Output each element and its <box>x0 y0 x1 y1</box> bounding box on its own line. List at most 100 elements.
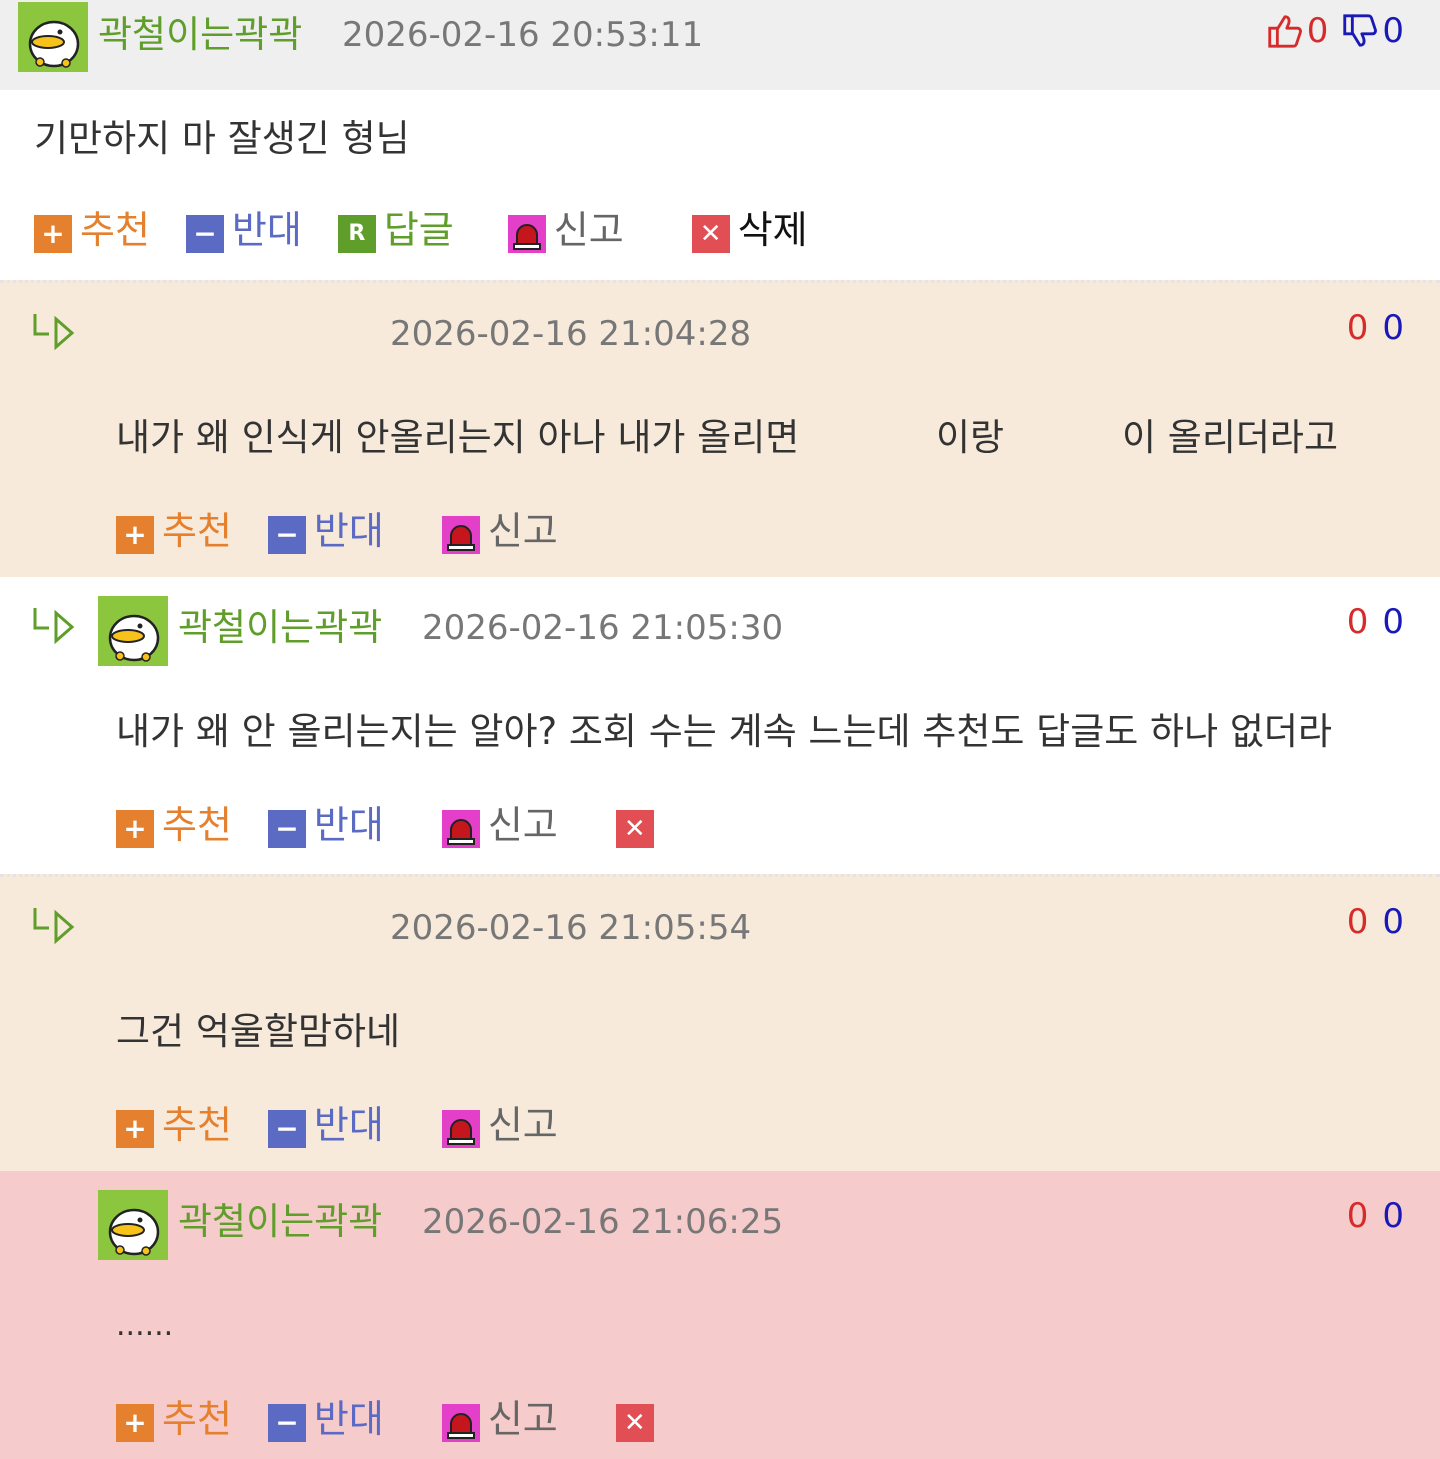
recommend-button[interactable]: + 추천 <box>116 1102 232 1148</box>
avatar[interactable] <box>18 2 88 72</box>
report-label: 신고 <box>553 208 624 252</box>
upvote-count: 0 <box>1306 11 1329 51</box>
plus-icon: + <box>116 516 154 554</box>
oppose-label: 반대 <box>313 509 384 553</box>
minus-icon: − <box>267 810 306 848</box>
upvote-count: 0 <box>1346 902 1369 942</box>
recommend-label: 추천 <box>162 1397 232 1441</box>
comment-text: 그건 억울할맘하네 <box>116 1010 401 1053</box>
timestamp: 2026-02-16 21:05:54 <box>390 908 752 948</box>
reply-arrow-icon <box>33 908 75 945</box>
siren-icon <box>441 1404 480 1442</box>
comment-text: ...... <box>116 1308 174 1343</box>
report-button[interactable]: 신고 <box>441 802 558 848</box>
recommend-button[interactable]: + 추천 <box>116 1396 232 1442</box>
reply-label: 답글 <box>383 208 454 252</box>
close-icon: ✕ <box>691 215 730 253</box>
minus-icon: − <box>267 1404 306 1442</box>
oppose-label: 반대 <box>313 803 384 847</box>
close-icon: ✕ <box>615 810 654 848</box>
duck-avatar-icon <box>98 596 168 666</box>
recommend-label: 추천 <box>162 509 232 553</box>
comment-text-part: 이랑 <box>936 416 1005 459</box>
comment-reply: 곽철이는곽곽 2026-02-16 21:05:30 0 0 내가 왜 안 올리… <box>0 577 1440 874</box>
thumbs-up-icon[interactable] <box>1265 12 1303 50</box>
report-button[interactable]: 신고 <box>507 207 624 253</box>
oppose-label: 반대 <box>313 1397 384 1441</box>
comment-actions: + 추천 − 반대 신고 ✕ <box>116 1396 698 1442</box>
delete-button[interactable]: ✕ <box>615 802 662 848</box>
oppose-button[interactable]: − 반대 <box>267 1102 384 1148</box>
comment-actions: + 추천 − 반대 신고 <box>116 1102 594 1148</box>
comment-text-part: 내가 왜 인식게 안올리는지 아나 내가 올리면 <box>116 416 800 459</box>
upvote-count: 0 <box>1346 308 1369 348</box>
avatar[interactable] <box>98 596 168 666</box>
comment-actions: + 추천 − 반대 R 답글 신고 ✕ 삭제 <box>34 207 844 253</box>
upvote-count: 0 <box>1346 602 1369 642</box>
plus-icon: + <box>116 1404 154 1442</box>
siren-icon <box>441 810 480 848</box>
recommend-button[interactable]: + 추천 <box>116 802 232 848</box>
downvote-count: 0 <box>1382 11 1404 51</box>
comment-text: 기만하지 마 잘생긴 형님 <box>34 117 410 160</box>
oppose-button[interactable]: − 반대 <box>267 1396 384 1442</box>
oppose-button[interactable]: − 반대 <box>267 802 384 848</box>
minus-icon: − <box>267 516 306 554</box>
report-label: 신고 <box>487 1103 558 1147</box>
reply-r-icon: R <box>337 215 376 253</box>
downvote-count: 0 <box>1382 602 1404 642</box>
timestamp: 2026-02-16 21:06:25 <box>422 1202 784 1242</box>
comment-actions: + 추천 − 반대 신고 ✕ <box>116 802 698 848</box>
siren-icon <box>441 1110 480 1148</box>
comment-text: 내가 왜 안 올리는지는 알아? 조회 수는 계속 느는데 추천도 답글도 하나… <box>116 710 1333 753</box>
plus-icon: + <box>116 810 154 848</box>
comment-reply-highlighted: 곽철이는곽곽 2026-02-16 21:06:25 0 0 ...... + … <box>0 1171 1440 1459</box>
vote-counter: 0 0 <box>1265 12 1404 50</box>
reply-arrow-icon <box>33 608 75 645</box>
timestamp: 2026-02-16 20:53:11 <box>342 15 704 55</box>
comment-reply: 2026-02-16 21:05:54 0 0 그건 억울할맘하네 + 추천 −… <box>0 874 1440 1171</box>
report-label: 신고 <box>487 803 558 847</box>
report-button[interactable]: 신고 <box>441 1102 558 1148</box>
vote-counter: 0 0 <box>1347 311 1404 345</box>
nickname[interactable]: 곽철이는곽곽 <box>178 1203 382 1240</box>
comment-text-part: 이 올리더라고 <box>1122 416 1339 459</box>
reply-button[interactable]: R 답글 <box>337 207 454 253</box>
nickname[interactable]: 곽철이는곽곽 <box>98 16 302 53</box>
delete-button[interactable]: ✕ <box>615 1396 662 1442</box>
recommend-label: 추천 <box>162 1103 232 1147</box>
minus-icon: − <box>267 1110 306 1148</box>
vote-counter: 0 0 <box>1347 905 1404 939</box>
timestamp: 2026-02-16 21:05:30 <box>422 608 784 648</box>
report-label: 신고 <box>487 1397 558 1441</box>
recommend-button[interactable]: + 추천 <box>116 508 232 554</box>
thumbs-down-icon[interactable] <box>1340 12 1378 50</box>
recommend-label: 추천 <box>80 208 150 252</box>
upvote-count: 0 <box>1346 1196 1369 1236</box>
comment-main: 곽철이는곽곽 2026-02-16 20:53:11 0 0 기만하지 마 잘생… <box>0 0 1440 280</box>
oppose-button[interactable]: − 반대 <box>267 508 384 554</box>
close-icon: ✕ <box>615 1404 654 1442</box>
nickname[interactable]: 곽철이는곽곽 <box>178 609 382 646</box>
delete-button[interactable]: ✕ 삭제 <box>691 207 808 253</box>
oppose-label: 반대 <box>231 208 302 252</box>
vote-counter: 0 0 <box>1347 605 1404 639</box>
vote-counter: 0 0 <box>1347 1199 1404 1233</box>
downvote-count: 0 <box>1382 308 1404 348</box>
timestamp: 2026-02-16 21:04:28 <box>390 314 752 354</box>
duck-avatar-icon <box>18 2 88 72</box>
oppose-label: 반대 <box>313 1103 384 1147</box>
reply-arrow-icon <box>33 314 75 351</box>
recommend-button[interactable]: + 추천 <box>34 207 150 253</box>
siren-icon <box>441 516 480 554</box>
duck-avatar-icon <box>98 1190 168 1260</box>
comment-actions: + 추천 − 반대 신고 <box>116 508 594 554</box>
downvote-count: 0 <box>1382 1196 1404 1236</box>
avatar[interactable] <box>98 1190 168 1260</box>
downvote-count: 0 <box>1382 902 1404 942</box>
report-label: 신고 <box>487 509 558 553</box>
report-button[interactable]: 신고 <box>441 508 558 554</box>
oppose-button[interactable]: − 반대 <box>185 207 302 253</box>
report-button[interactable]: 신고 <box>441 1396 558 1442</box>
comment-reply: 2026-02-16 21:04:28 0 0 내가 왜 인식게 안올리는지 아… <box>0 280 1440 577</box>
